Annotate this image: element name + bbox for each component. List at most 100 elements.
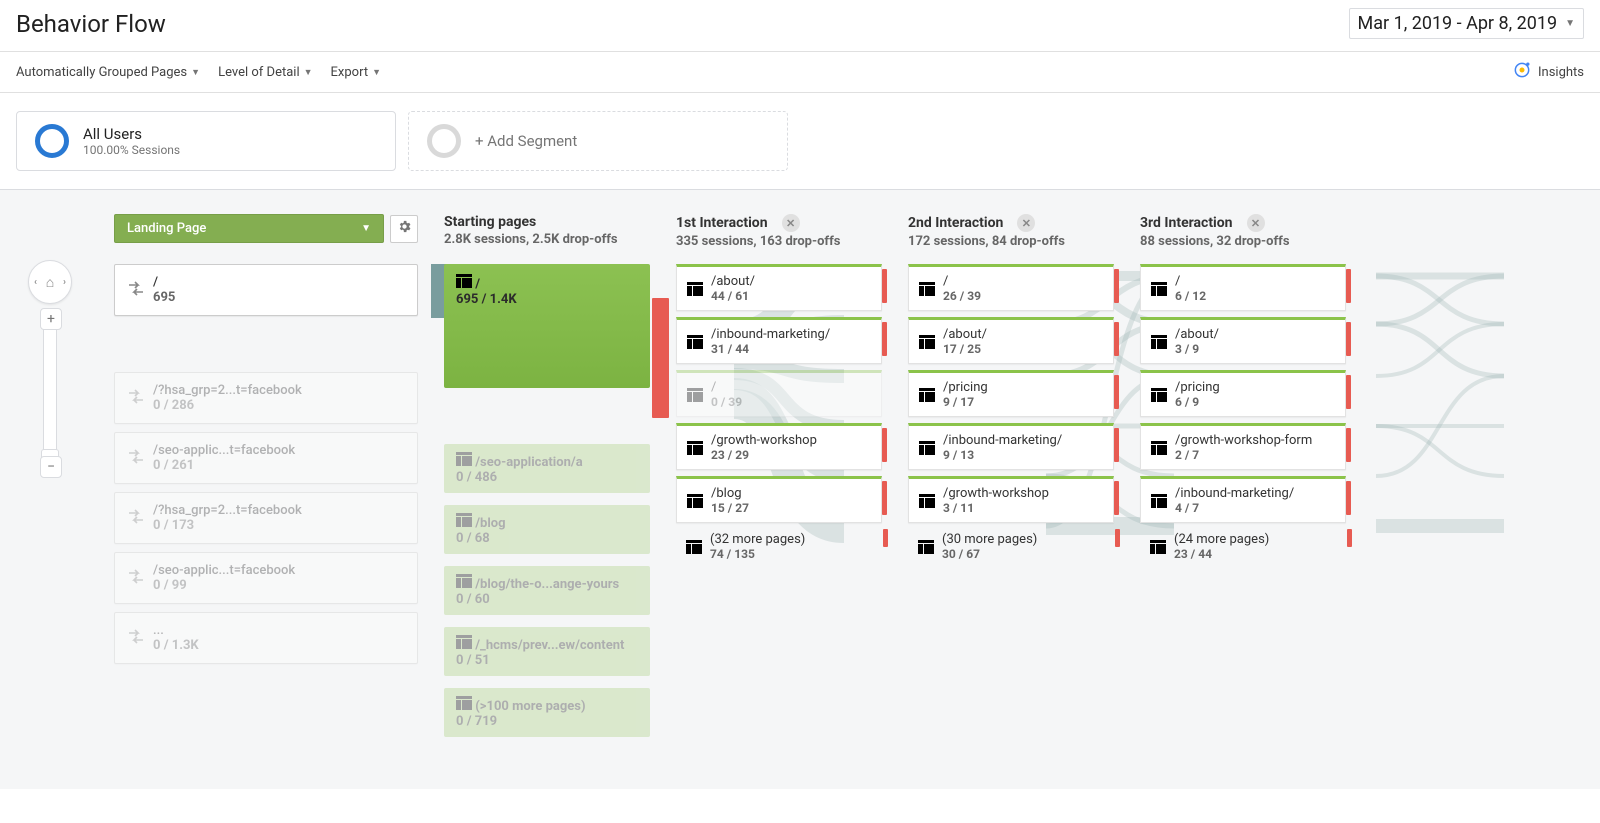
page-node[interactable]: / 6 / 12 [1140, 264, 1346, 311]
node-stats: 0 / 39 [711, 395, 871, 409]
node-path: /growth-workshop-form [1175, 433, 1335, 448]
node-path: /inbound-marketing/ [943, 433, 1103, 448]
zoom-slider[interactable]: + − [43, 318, 57, 468]
node-path: /inbound-marketing/ [1175, 486, 1335, 501]
page-node[interactable]: (24 more pages) 23 / 44 [1140, 529, 1346, 568]
grouped-pages-dropdown[interactable]: Automatically Grouped Pages▼ [16, 65, 200, 80]
node-stats: 0 / 486 [456, 470, 638, 485]
add-segment-label: + Add Segment [475, 132, 577, 150]
page-node[interactable]: (>100 more pages) 0 / 719 [444, 688, 650, 737]
page-node[interactable]: /growth-workshop 23 / 29 [676, 423, 882, 470]
home-nav-button[interactable]: ‹ ⌂ › [28, 260, 72, 304]
page-icon [687, 388, 703, 402]
page-node[interactable]: /blog 15 / 27 [676, 476, 882, 523]
page-node[interactable]: / 695 / 1.4K [444, 264, 650, 388]
node-stats: 44 / 61 [711, 289, 871, 303]
node-path: / [153, 275, 405, 290]
nav-right-icon: › [63, 277, 66, 288]
date-range-label: Mar 1, 2019 - Apr 8, 2019 [1358, 13, 1558, 34]
node-path: /seo-applic...t=facebook [153, 563, 405, 578]
date-range-picker[interactable]: Mar 1, 2019 - Apr 8, 2019 ▼ [1349, 8, 1584, 39]
page-node[interactable]: /seo-application/a 0 / 486 [444, 444, 650, 493]
node-path: /about/ [943, 327, 1103, 342]
page-icon [919, 494, 935, 508]
column-close-button[interactable]: ✕ [782, 214, 800, 232]
page-icon [687, 441, 703, 455]
dimension-settings-button[interactable] [390, 215, 418, 243]
page-node[interactable]: (32 more pages) 74 / 135 [676, 529, 882, 568]
segment-all-users[interactable]: All Users 100.00% Sessions [16, 111, 396, 171]
page-node[interactable]: /inbound-marketing/ 4 / 7 [1140, 476, 1346, 523]
segment-circle-icon [35, 124, 69, 158]
page-icon [1150, 540, 1166, 554]
node-stats: 6 / 9 [1175, 395, 1335, 409]
add-segment-button[interactable]: + Add Segment [408, 111, 788, 171]
column-title: 3rd Interaction [1140, 215, 1233, 231]
node-stats: 15 / 27 [711, 501, 871, 515]
node-stats: 0 / 99 [153, 578, 405, 593]
chevron-down-icon: ▼ [372, 67, 381, 78]
node-stats: 4 / 7 [1175, 501, 1335, 515]
node-path: /growth-workshop [943, 486, 1103, 501]
page-icon [456, 274, 472, 288]
page-icon [687, 335, 703, 349]
home-icon: ⌂ [46, 274, 54, 291]
insights-icon [1512, 60, 1532, 84]
page-node[interactable]: /pricing 6 / 9 [1140, 370, 1346, 417]
zoom-in-button[interactable]: + [40, 308, 62, 330]
page-icon [1151, 388, 1167, 402]
gear-icon [397, 219, 412, 238]
page-title: Behavior Flow [16, 10, 166, 38]
chevron-down-icon: ▼ [304, 67, 313, 78]
page-node[interactable]: /inbound-marketing/ 9 / 13 [908, 423, 1114, 470]
page-node[interactable]: /blog/the-o...ange-yours 0 / 60 [444, 566, 650, 615]
node-path: (32 more pages) [710, 532, 872, 547]
node-path: (24 more pages) [1174, 532, 1336, 547]
level-of-detail-dropdown[interactable]: Level of Detail▼ [218, 65, 312, 80]
page-node[interactable]: /_hcms/prev...ew/content 0 / 51 [444, 627, 650, 676]
behavior-flow-canvas[interactable]: ‹ ⌂ › + − [0, 189, 1600, 789]
dimension-node[interactable]: /seo-applic...t=facebook 0 / 261 [114, 432, 418, 484]
node-stats: 695 / 1.4K [456, 292, 638, 307]
page-icon [687, 282, 703, 296]
page-icon [919, 282, 935, 296]
segment-circle-icon [427, 124, 461, 158]
node-path: (30 more pages) [942, 532, 1104, 547]
node-path: /_hcms/prev...ew/content [475, 638, 624, 653]
page-node[interactable]: /growth-workshop-form 2 / 7 [1140, 423, 1346, 470]
column-subtitle: 88 sessions, 32 drop-offs [1140, 234, 1346, 249]
dimension-node[interactable]: /seo-applic...t=facebook 0 / 99 [114, 552, 418, 604]
export-dropdown[interactable]: Export▼ [331, 65, 381, 80]
page-node[interactable]: /about/ 17 / 25 [908, 317, 1114, 364]
node-path: /pricing [1175, 380, 1335, 395]
page-node[interactable]: / 26 / 39 [908, 264, 1114, 311]
dimension-node[interactable]: /?hsa_grp=2...t=facebook 0 / 286 [114, 372, 418, 424]
dimension-node[interactable]: ... 0 / 1.3K [114, 612, 418, 664]
insights-button[interactable]: Insights [1512, 60, 1584, 84]
page-node[interactable]: (30 more pages) 30 / 67 [908, 529, 1114, 568]
node-path: / [475, 277, 480, 292]
node-stats: 74 / 135 [710, 547, 872, 561]
node-path: / [1175, 274, 1335, 289]
node-stats: 31 / 44 [711, 342, 871, 356]
dimension-node[interactable]: /?hsa_grp=2...t=facebook 0 / 173 [114, 492, 418, 544]
node-stats: 23 / 44 [1174, 547, 1336, 561]
dimension-node[interactable]: / 695 [114, 264, 418, 316]
page-node[interactable]: /pricing 9 / 17 [908, 370, 1114, 417]
node-stats: 9 / 13 [943, 448, 1103, 462]
page-node[interactable]: /about/ 44 / 61 [676, 264, 882, 311]
page-node[interactable]: /blog 0 / 68 [444, 505, 650, 554]
page-node[interactable]: /inbound-marketing/ 31 / 44 [676, 317, 882, 364]
page-node[interactable]: /growth-workshop 3 / 11 [908, 476, 1114, 523]
node-path: /blog/the-o...ange-yours [475, 577, 619, 592]
column-close-button[interactable]: ✕ [1017, 214, 1035, 232]
page-icon [1151, 282, 1167, 296]
page-node[interactable]: / 0 / 39 [676, 370, 882, 417]
column-close-button[interactable]: ✕ [1247, 214, 1265, 232]
page-node[interactable]: /about/ 3 / 9 [1140, 317, 1346, 364]
flow-arrows-icon [127, 509, 145, 527]
zoom-out-button[interactable]: − [40, 456, 62, 478]
page-icon [919, 388, 935, 402]
node-stats: 3 / 9 [1175, 342, 1335, 356]
dimension-dropdown[interactable]: Landing Page ▼ [114, 214, 384, 243]
